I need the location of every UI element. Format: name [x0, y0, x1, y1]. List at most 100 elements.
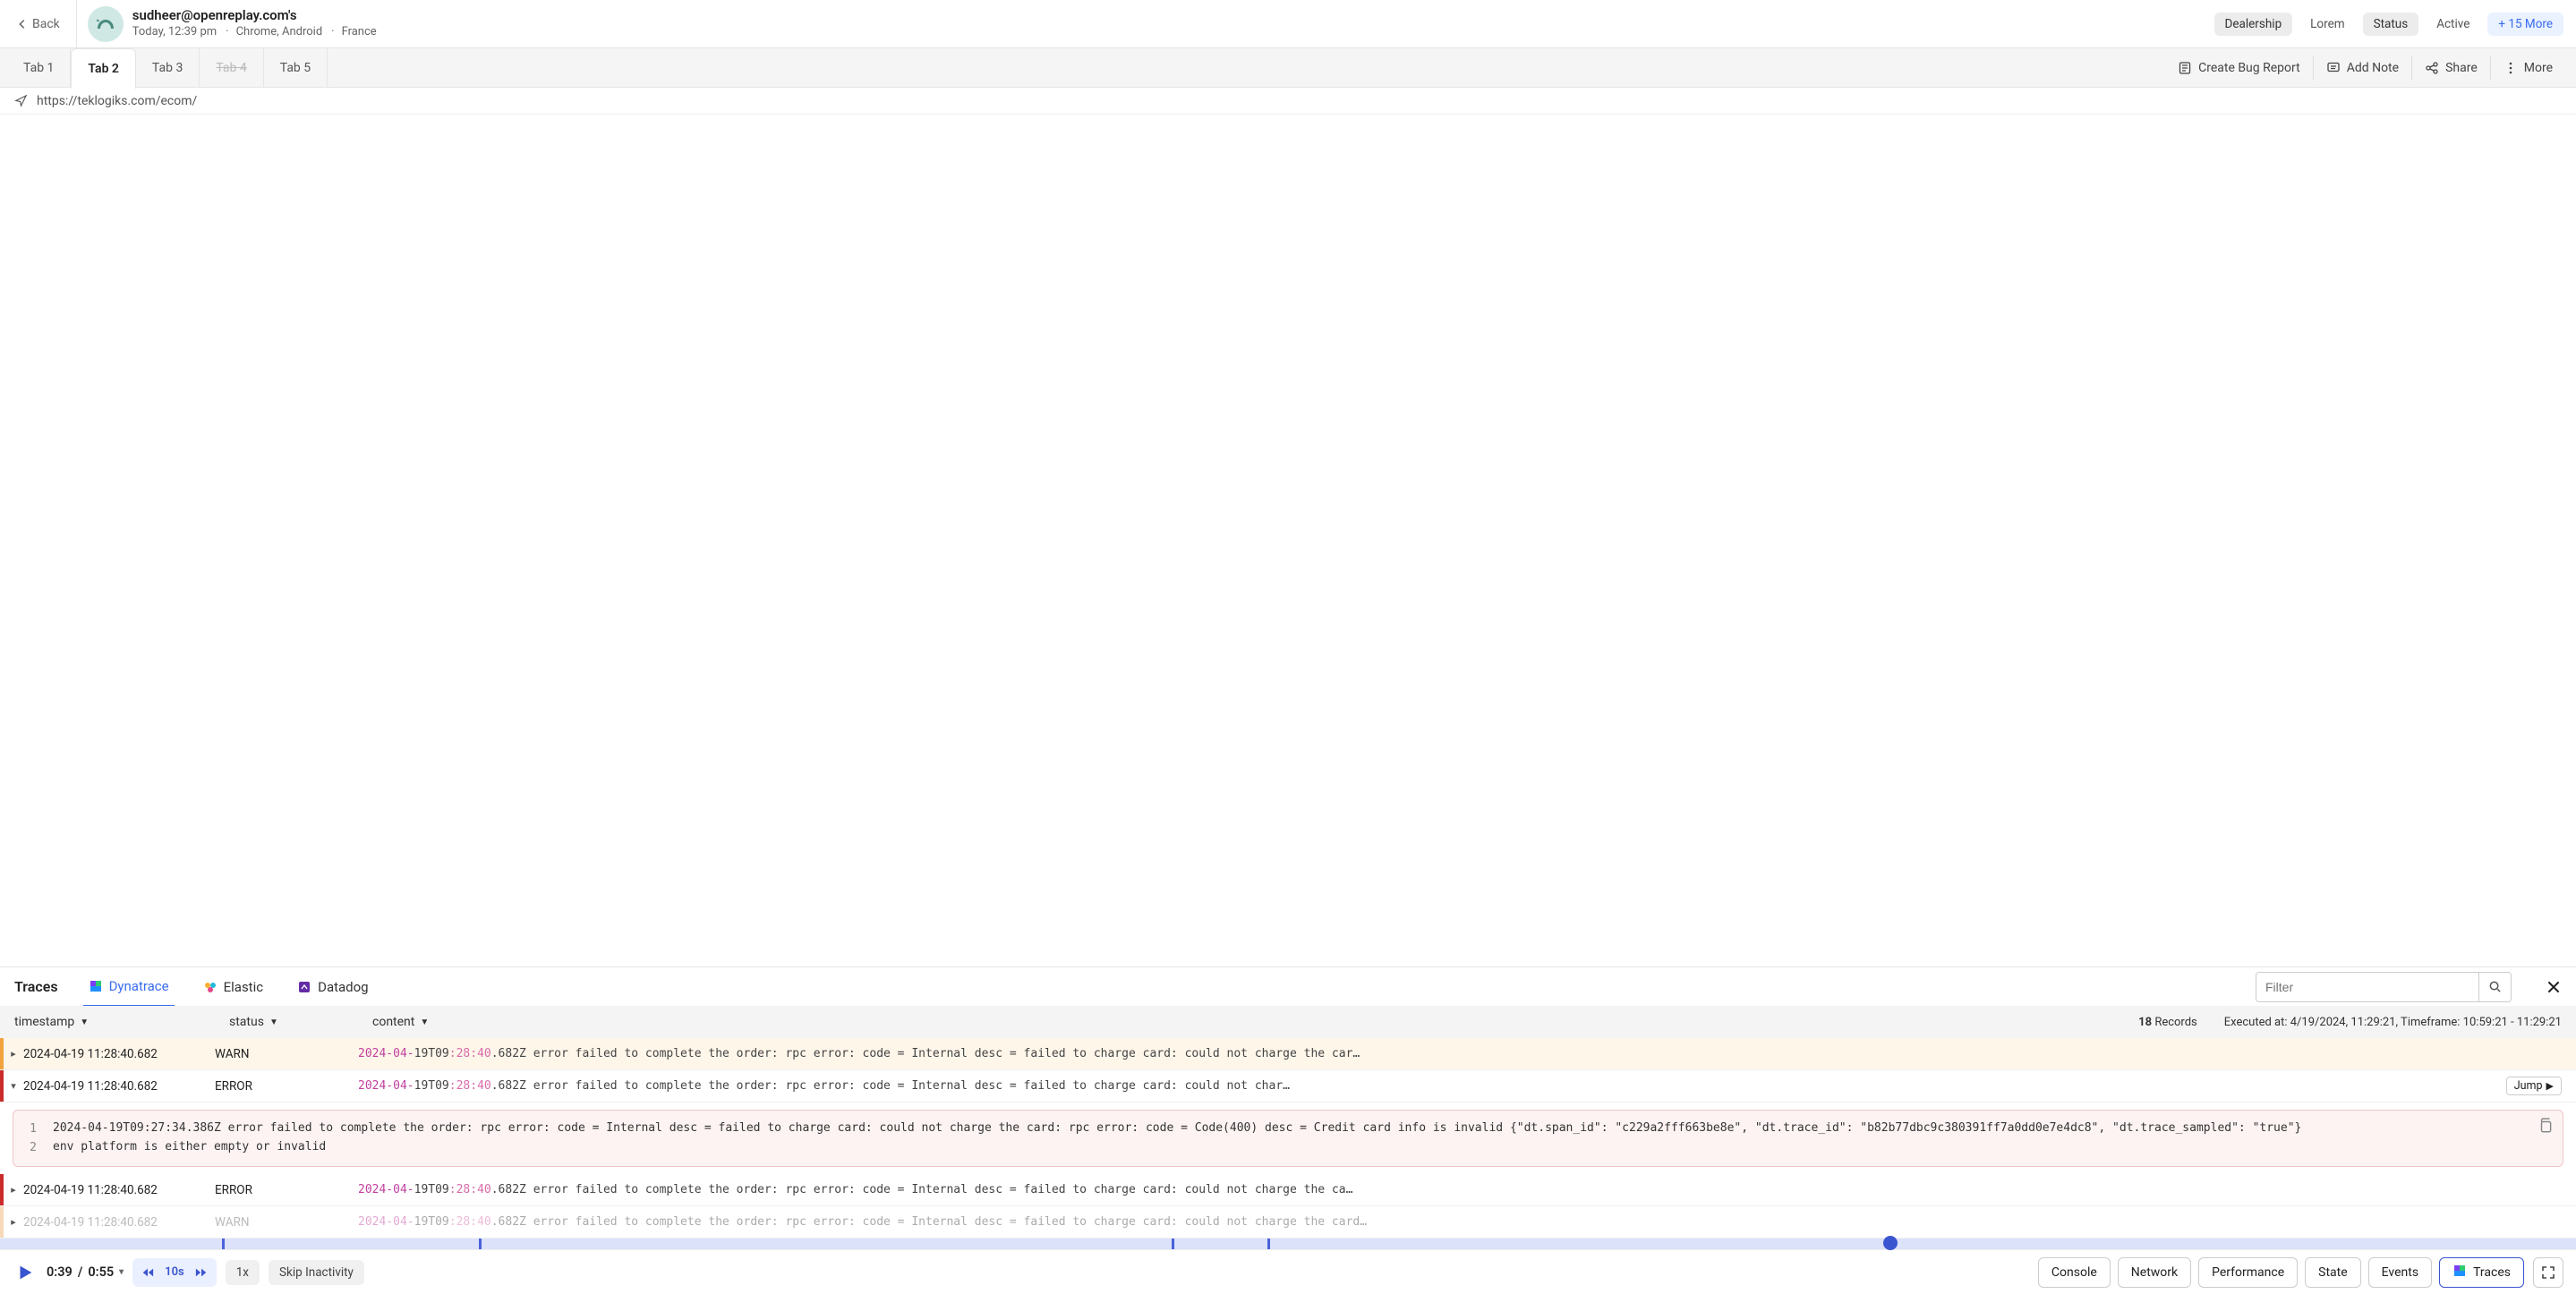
more-menu-button[interactable]: More: [2491, 61, 2565, 75]
tag-chip[interactable]: Active: [2426, 13, 2480, 36]
timeline-mark[interactable]: [479, 1239, 482, 1249]
url-text: https://teklogiks.com/ecom/: [37, 94, 197, 108]
time-current: 0:39: [47, 1264, 73, 1280]
session-country: France: [331, 25, 377, 40]
cell-timestamp: 2024-04-19 11:28:40.682: [21, 1183, 215, 1197]
panel-button-network[interactable]: Network: [2118, 1257, 2191, 1288]
rewind-button[interactable]: [136, 1262, 159, 1283]
timeline-playhead[interactable]: [1883, 1236, 1898, 1250]
tag-chip[interactable]: + 15 More: [2487, 13, 2563, 36]
expand-toggle[interactable]: ▸: [5, 1216, 21, 1228]
tag-chip[interactable]: Lorem: [2299, 13, 2355, 36]
session-tab[interactable]: Tab 3: [136, 48, 200, 88]
col-status[interactable]: status ▼: [229, 1015, 372, 1029]
tag-chips: Dealership Lorem Status Active + 15 More: [2214, 13, 2564, 36]
filter-search-button[interactable]: [2479, 972, 2512, 1002]
url-bar: https://teklogiks.com/ecom/: [0, 88, 2576, 115]
session-title: sudheer@openreplay.com's: [132, 7, 377, 25]
traces-rows: ▸2024-04-19 11:28:40.682WARN2024-04-19T0…: [0, 1038, 2576, 1239]
jump-button[interactable]: Jump▶: [2506, 1077, 2562, 1095]
tag-chip[interactable]: Status: [2363, 13, 2419, 36]
fullscreen-icon: [2541, 1265, 2555, 1280]
search-icon: [2488, 980, 2502, 993]
trace-source-tab[interactable]: Elastic: [198, 967, 269, 1007]
col-content[interactable]: content ▼: [372, 1015, 2138, 1029]
fullscreen-button[interactable]: [2533, 1257, 2563, 1288]
panel-button-events[interactable]: Events: [2368, 1257, 2432, 1288]
trace-row[interactable]: ▸2024-04-19 11:28:40.682WARN2024-04-19T0…: [0, 1206, 2576, 1239]
session-viewport[interactable]: [0, 115, 2576, 966]
copy-icon[interactable]: [2538, 1118, 2554, 1134]
speed-button[interactable]: 1x: [226, 1260, 260, 1285]
tag-chip[interactable]: Dealership: [2214, 13, 2293, 36]
bug-report-icon: [2178, 61, 2192, 75]
playback-time[interactable]: 0:39 / 0:55 ▾: [47, 1264, 124, 1280]
close-icon: [2546, 979, 2562, 995]
divider: [76, 0, 77, 48]
cell-status: ERROR: [215, 1183, 358, 1197]
back-button[interactable]: Back: [7, 12, 69, 37]
session-tab[interactable]: Tab 2: [71, 48, 136, 89]
more-vertical-icon: [2503, 61, 2518, 75]
cell-timestamp: 2024-04-19 11:28:40.682: [21, 1079, 215, 1094]
skip-inactivity-button[interactable]: Skip Inactivity: [269, 1260, 364, 1285]
line-text: 2024-04-19T09:27:34.386Z error failed to…: [53, 1119, 2552, 1138]
line-number: 2: [24, 1139, 37, 1158]
trace-source-tab[interactable]: Datadog: [292, 967, 374, 1007]
skip-controls: 10s: [132, 1258, 217, 1287]
panel-button-performance[interactable]: Performance: [2198, 1257, 2298, 1288]
back-label: Back: [32, 17, 60, 31]
source-logo-icon: [203, 980, 218, 994]
share-button[interactable]: Share: [2412, 61, 2490, 75]
cell-timestamp: 2024-04-19 11:28:40.682: [21, 1215, 215, 1230]
rewind-icon: [141, 1266, 154, 1279]
cell-content: 2024-04-19T09:28:40.682Z error failed to…: [358, 1215, 2562, 1229]
expand-toggle[interactable]: ▾: [5, 1080, 21, 1092]
cell-content: 2024-04-19T09:28:40.682Z error failed to…: [358, 1079, 2499, 1093]
session-tabs-bar: Tab 1Tab 2Tab 3Tab 4Tab 5 Create Bug Rep…: [0, 48, 2576, 88]
panel-button-state[interactable]: State: [2305, 1257, 2361, 1288]
session-header: Back sudheer@openreplay.com's Today, 12:…: [0, 0, 2576, 48]
cell-status: WARN: [215, 1047, 358, 1061]
session-tab[interactable]: Tab 5: [264, 48, 328, 88]
expand-toggle[interactable]: ▸: [5, 1048, 21, 1060]
timeline-mark[interactable]: [222, 1239, 225, 1249]
devtools-panels: ConsoleNetworkPerformanceStateEventsTrac…: [2038, 1257, 2524, 1288]
time-sep: /: [78, 1264, 83, 1280]
add-note-button[interactable]: Add Note: [2314, 61, 2411, 75]
time-total: 0:55: [88, 1264, 114, 1280]
trace-row[interactable]: ▾2024-04-19 11:28:40.682ERROR2024-04-19T…: [0, 1070, 2576, 1102]
timeline-mark[interactable]: [1267, 1239, 1270, 1249]
source-logo-icon: [297, 980, 311, 994]
severity-bar: [0, 1038, 4, 1069]
cell-content: 2024-04-19T09:28:40.682Z error failed to…: [358, 1047, 2562, 1060]
sort-desc-icon: ▼: [80, 1017, 89, 1027]
sort-desc-icon: ▼: [269, 1017, 278, 1027]
create-bug-report-button[interactable]: Create Bug Report: [2165, 61, 2313, 75]
timeline-scrubber[interactable]: [0, 1239, 2576, 1249]
avatar-animal-icon: [95, 16, 116, 32]
session-time: Today, 12:39 pm: [132, 25, 217, 40]
timeline-mark[interactable]: [1172, 1239, 1174, 1249]
trace-row[interactable]: ▸2024-04-19 11:28:40.682WARN2024-04-19T0…: [0, 1038, 2576, 1070]
panel-button-console[interactable]: Console: [2038, 1257, 2111, 1288]
filter-input[interactable]: [2256, 972, 2479, 1002]
traces-panel-header: Traces DynatraceElasticDatadog: [0, 966, 2576, 1006]
skip-amount: 10s: [161, 1265, 188, 1279]
session-tab[interactable]: Tab 1: [7, 48, 71, 88]
avatar: [88, 6, 124, 42]
session-tabs: Tab 1Tab 2Tab 3Tab 4Tab 5: [7, 48, 328, 88]
play-button[interactable]: [13, 1260, 38, 1285]
trace-row[interactable]: ▸2024-04-19 11:28:40.682ERROR2024-04-19T…: [0, 1174, 2576, 1206]
trace-source-tab[interactable]: Dynatrace: [83, 967, 175, 1007]
session-tab: Tab 4: [200, 48, 263, 88]
note-icon: [2326, 61, 2341, 75]
fast-forward-icon: [195, 1266, 208, 1279]
col-timestamp[interactable]: timestamp ▼: [14, 1015, 229, 1029]
panel-button-traces[interactable]: Traces: [2439, 1257, 2524, 1288]
severity-bar: [0, 1174, 4, 1205]
fast-forward-button[interactable]: [190, 1262, 213, 1283]
close-traces-button[interactable]: [2546, 979, 2562, 995]
trace-row-expanded: 12024-04-19T09:27:34.386Z error failed t…: [13, 1110, 2563, 1167]
expand-toggle[interactable]: ▸: [5, 1184, 21, 1196]
